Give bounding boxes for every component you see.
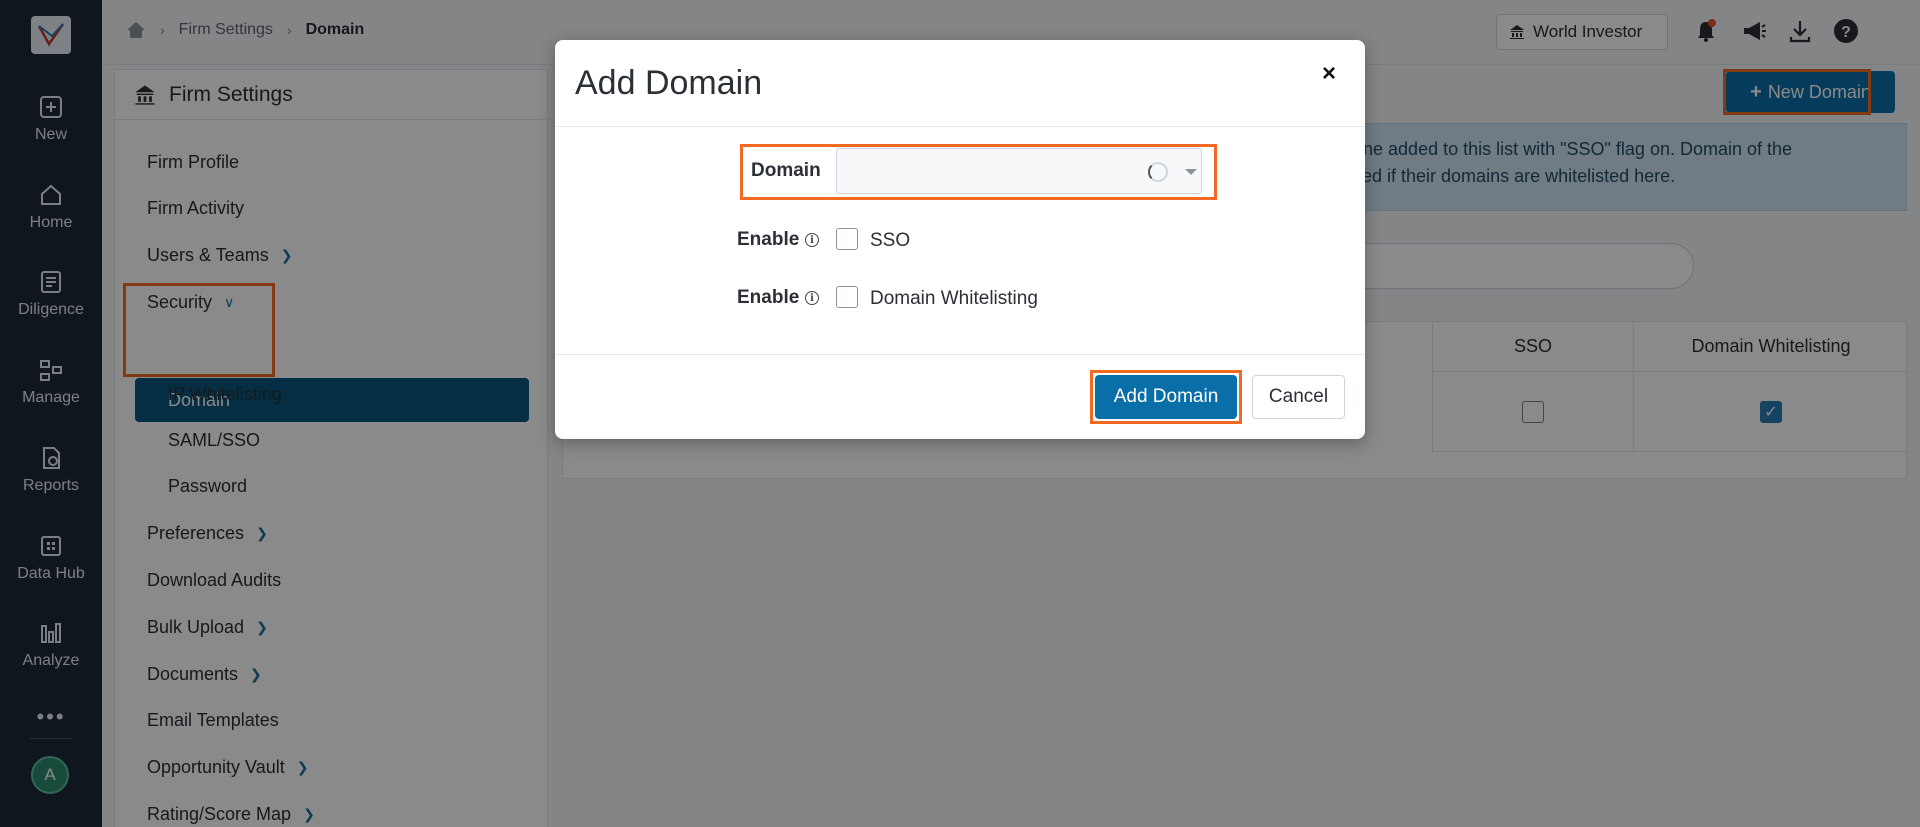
modal-title: Add Domain: [575, 64, 763, 102]
modal-divider: [555, 354, 1365, 355]
enable-whitelisting-label: Enable: [737, 287, 800, 308]
domain-whitelisting-checkbox[interactable]: [836, 286, 858, 308]
highlight-add-domain: [1090, 370, 1242, 424]
highlight-domain-field: [740, 144, 1217, 200]
add-domain-modal: Add Domain × Domain Enable i SSO Enable …: [555, 40, 1365, 439]
domain-whitelisting-checkbox-label[interactable]: Domain Whitelisting: [870, 288, 1038, 310]
cancel-button[interactable]: Cancel: [1252, 375, 1345, 419]
sso-checkbox[interactable]: [836, 228, 858, 250]
close-icon[interactable]: ×: [1313, 58, 1345, 90]
sso-checkbox-label[interactable]: SSO: [870, 230, 910, 252]
enable-sso-label: Enable: [737, 229, 800, 250]
info-icon[interactable]: i: [805, 291, 819, 305]
info-icon[interactable]: i: [805, 233, 819, 247]
modal-divider: [555, 126, 1365, 127]
